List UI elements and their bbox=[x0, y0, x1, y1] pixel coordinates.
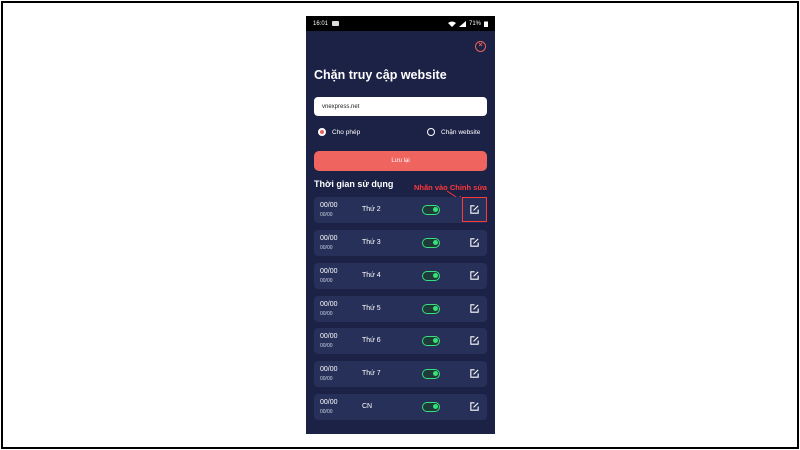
row-time-sub: 00/00 bbox=[320, 343, 333, 349]
save-button[interactable]: Lưu lại bbox=[314, 151, 487, 171]
website-url-input[interactable] bbox=[314, 97, 487, 116]
usage-time-title: Thời gian sử dụng bbox=[314, 179, 394, 189]
schedule-row-5: 00/00 00/00 Thứ 7 bbox=[314, 361, 487, 387]
close-icon: × bbox=[478, 42, 483, 49]
day-toggle[interactable] bbox=[422, 336, 440, 346]
radio-allow[interactable]: Cho phép bbox=[318, 128, 360, 136]
radio-allow-indicator[interactable] bbox=[318, 128, 326, 136]
radio-block-label: Chặn website bbox=[441, 128, 481, 136]
day-toggle[interactable] bbox=[422, 238, 440, 248]
row-time-sub: 00/00 bbox=[320, 245, 333, 251]
battery-icon bbox=[484, 21, 488, 27]
row-day: Thứ 7 bbox=[362, 370, 381, 377]
day-toggle[interactable] bbox=[422, 205, 440, 215]
radio-block-indicator[interactable] bbox=[427, 128, 435, 136]
edit-icon[interactable] bbox=[469, 270, 480, 281]
row-time-sub: 00/00 bbox=[320, 278, 333, 284]
row-time-main: 00/00 bbox=[320, 268, 338, 275]
phone-screen: 16:01 71% × Chặn truy cập website Cho ph… bbox=[306, 16, 495, 434]
edit-icon[interactable] bbox=[469, 368, 480, 379]
row-day: Thứ 5 bbox=[362, 305, 381, 312]
row-time-main: 00/00 bbox=[320, 366, 338, 373]
dialog-title: Chặn truy cập website bbox=[314, 68, 447, 82]
row-day: Thứ 6 bbox=[362, 337, 381, 344]
schedule-row-1: 00/00 00/00 Thứ 3 bbox=[314, 230, 487, 256]
close-button[interactable]: × bbox=[475, 41, 486, 52]
signal-icon bbox=[458, 20, 466, 27]
row-time-main: 00/00 bbox=[320, 301, 338, 308]
edit-icon[interactable] bbox=[469, 237, 480, 248]
day-toggle[interactable] bbox=[422, 304, 440, 314]
schedule-row-3: 00/00 00/00 Thứ 5 bbox=[314, 296, 487, 322]
row-day: Thứ 4 bbox=[362, 272, 381, 279]
row-time-main: 00/00 bbox=[320, 399, 338, 406]
row-day: Thứ 3 bbox=[362, 239, 381, 246]
schedule-row-2: 00/00 00/00 Thứ 4 bbox=[314, 263, 487, 289]
edit-icon[interactable] bbox=[469, 401, 480, 412]
day-toggle[interactable] bbox=[422, 271, 440, 281]
schedule-row-6: 00/00 00/00 CN bbox=[314, 394, 487, 420]
row-time-sub: 00/00 bbox=[320, 376, 333, 382]
row-day: Thứ 2 bbox=[362, 206, 381, 213]
edit-icon[interactable] bbox=[469, 335, 480, 346]
status-time: 16:01 bbox=[313, 20, 329, 27]
row-time-sub: 00/00 bbox=[320, 212, 333, 218]
row-time-main: 00/00 bbox=[320, 202, 338, 209]
edit-icon[interactable] bbox=[469, 204, 480, 215]
row-time-main: 00/00 bbox=[320, 235, 338, 242]
schedule-row-4: 00/00 00/00 Thứ 6 bbox=[314, 328, 487, 354]
row-day: CN bbox=[362, 403, 373, 410]
radio-allow-label: Cho phép bbox=[332, 128, 361, 136]
radio-block[interactable]: Chặn website bbox=[427, 128, 480, 136]
edit-icon[interactable] bbox=[469, 303, 480, 314]
wifi-icon bbox=[447, 21, 456, 27]
status-bar: 16:01 71% bbox=[306, 16, 495, 31]
row-time-main: 00/00 bbox=[320, 333, 338, 340]
row-time-sub: 00/00 bbox=[320, 311, 333, 317]
save-button-label: Lưu lại bbox=[391, 158, 410, 164]
row-time-sub: 00/00 bbox=[320, 409, 333, 415]
day-toggle[interactable] bbox=[422, 369, 440, 379]
day-toggle[interactable] bbox=[422, 402, 440, 412]
battery-label: 71% bbox=[468, 20, 481, 27]
schedule-row-0: 00/00 00/00 Thứ 2 bbox=[314, 197, 487, 223]
notification-icon bbox=[332, 21, 340, 26]
